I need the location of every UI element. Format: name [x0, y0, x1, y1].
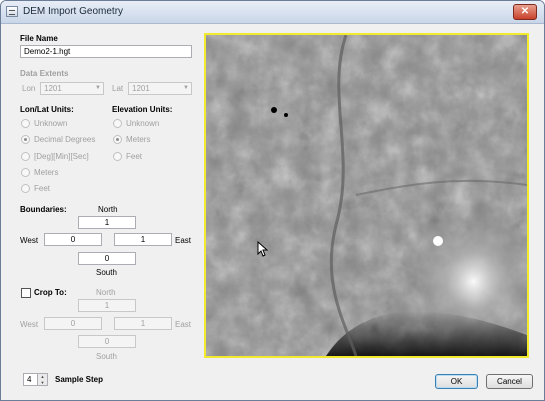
title-bar[interactable]: DEM Import Geometry ✕ [1, 1, 544, 24]
boundary-west-label: West [20, 236, 39, 245]
spinner-buttons: ▲ ▼ [37, 374, 47, 385]
crop-south-input[interactable]: 0 [78, 335, 136, 348]
chevron-down-icon: ▼ [95, 85, 101, 91]
crop-to-label: Crop To: [34, 288, 67, 297]
boundary-south-input[interactable]: 0 [78, 252, 136, 265]
crop-east-label: East [175, 320, 192, 329]
crop-west-label: West [20, 320, 39, 329]
file-name-field[interactable]: Demo2-1.hgt [20, 45, 192, 58]
window-icon [6, 6, 18, 17]
mouse-cursor-icon [257, 241, 269, 257]
lon-extent-value: 1201 [44, 84, 62, 93]
boundaries-heading: Boundaries: [20, 205, 67, 214]
lonlat-unknown-radio[interactable] [21, 119, 30, 128]
lonlat-feet-label: Feet [34, 184, 51, 193]
lat-extent-combo[interactable]: 1201 ▼ [128, 82, 192, 95]
elevation-unknown-label: Unknown [126, 119, 160, 128]
crop-east-input[interactable]: 1 [114, 317, 172, 330]
ok-button[interactable]: OK [435, 374, 478, 389]
crop-south-label: South [96, 352, 117, 361]
peak-highlight [433, 236, 443, 246]
lon-extent-combo[interactable]: 1201 ▼ [40, 82, 104, 95]
spin-up-icon[interactable]: ▲ [38, 374, 47, 379]
dem-preview-image[interactable] [204, 33, 529, 358]
boundary-west-input[interactable]: 0 [44, 233, 102, 246]
crop-north-input[interactable]: 1 [78, 299, 136, 312]
boundary-north-label: North [98, 205, 118, 214]
elevation-feet-radio[interactable] [113, 152, 122, 161]
elevation-feet-label: Feet [126, 152, 143, 161]
void-spot [271, 107, 277, 113]
boundary-north-input[interactable]: 1 [78, 216, 136, 229]
crop-north-label: North [96, 288, 116, 297]
lat-label: Lat [112, 84, 124, 93]
lonlat-meters-label: Meters [34, 168, 59, 177]
elevation-unknown-radio[interactable] [113, 119, 122, 128]
boundary-south-label: South [96, 268, 117, 277]
lonlat-unknown-label: Unknown [34, 119, 68, 128]
chevron-down-icon: ▼ [183, 85, 189, 91]
elevation-meters-radio[interactable] [113, 135, 122, 144]
lonlat-feet-radio[interactable] [21, 184, 30, 193]
crop-west-input[interactable]: 0 [44, 317, 102, 330]
window-title: DEM Import Geometry [23, 6, 124, 17]
close-button[interactable]: ✕ [513, 4, 537, 20]
dem-import-dialog: DEM Import Geometry ✕ File Name Demo2-1.… [0, 0, 545, 401]
lonlat-decimal-degrees-label: Decimal Degrees [34, 135, 96, 144]
crop-to-checkbox[interactable] [21, 288, 31, 298]
lonlat-meters-radio[interactable] [21, 168, 30, 177]
data-extents-heading: Data Extents [20, 69, 69, 78]
lat-extent-value: 1201 [132, 84, 150, 93]
sample-step-label: Sample Step [55, 375, 104, 384]
lon-label: Lon [22, 84, 36, 93]
elevation-meters-label: Meters [126, 135, 151, 144]
lonlat-decimal-degrees-radio[interactable] [21, 135, 30, 144]
lonlat-units-heading: Lon/Lat Units: [20, 105, 74, 114]
cancel-button[interactable]: Cancel [486, 374, 533, 389]
sample-step-value: 4 [27, 375, 32, 384]
dem-terrain-render [206, 35, 527, 356]
lonlat-dms-label: [Deg][Min][Sec] [34, 152, 89, 161]
boundary-east-label: East [175, 236, 192, 245]
boundary-east-input[interactable]: 1 [114, 233, 172, 246]
file-name-heading: File Name [20, 34, 58, 43]
void-spot [284, 113, 288, 117]
lonlat-dms-radio[interactable] [21, 152, 30, 161]
sample-step-spinner[interactable]: 4 ▲ ▼ [23, 373, 48, 386]
elevation-units-heading: Elevation Units: [112, 105, 173, 114]
spin-down-icon[interactable]: ▼ [38, 380, 47, 385]
